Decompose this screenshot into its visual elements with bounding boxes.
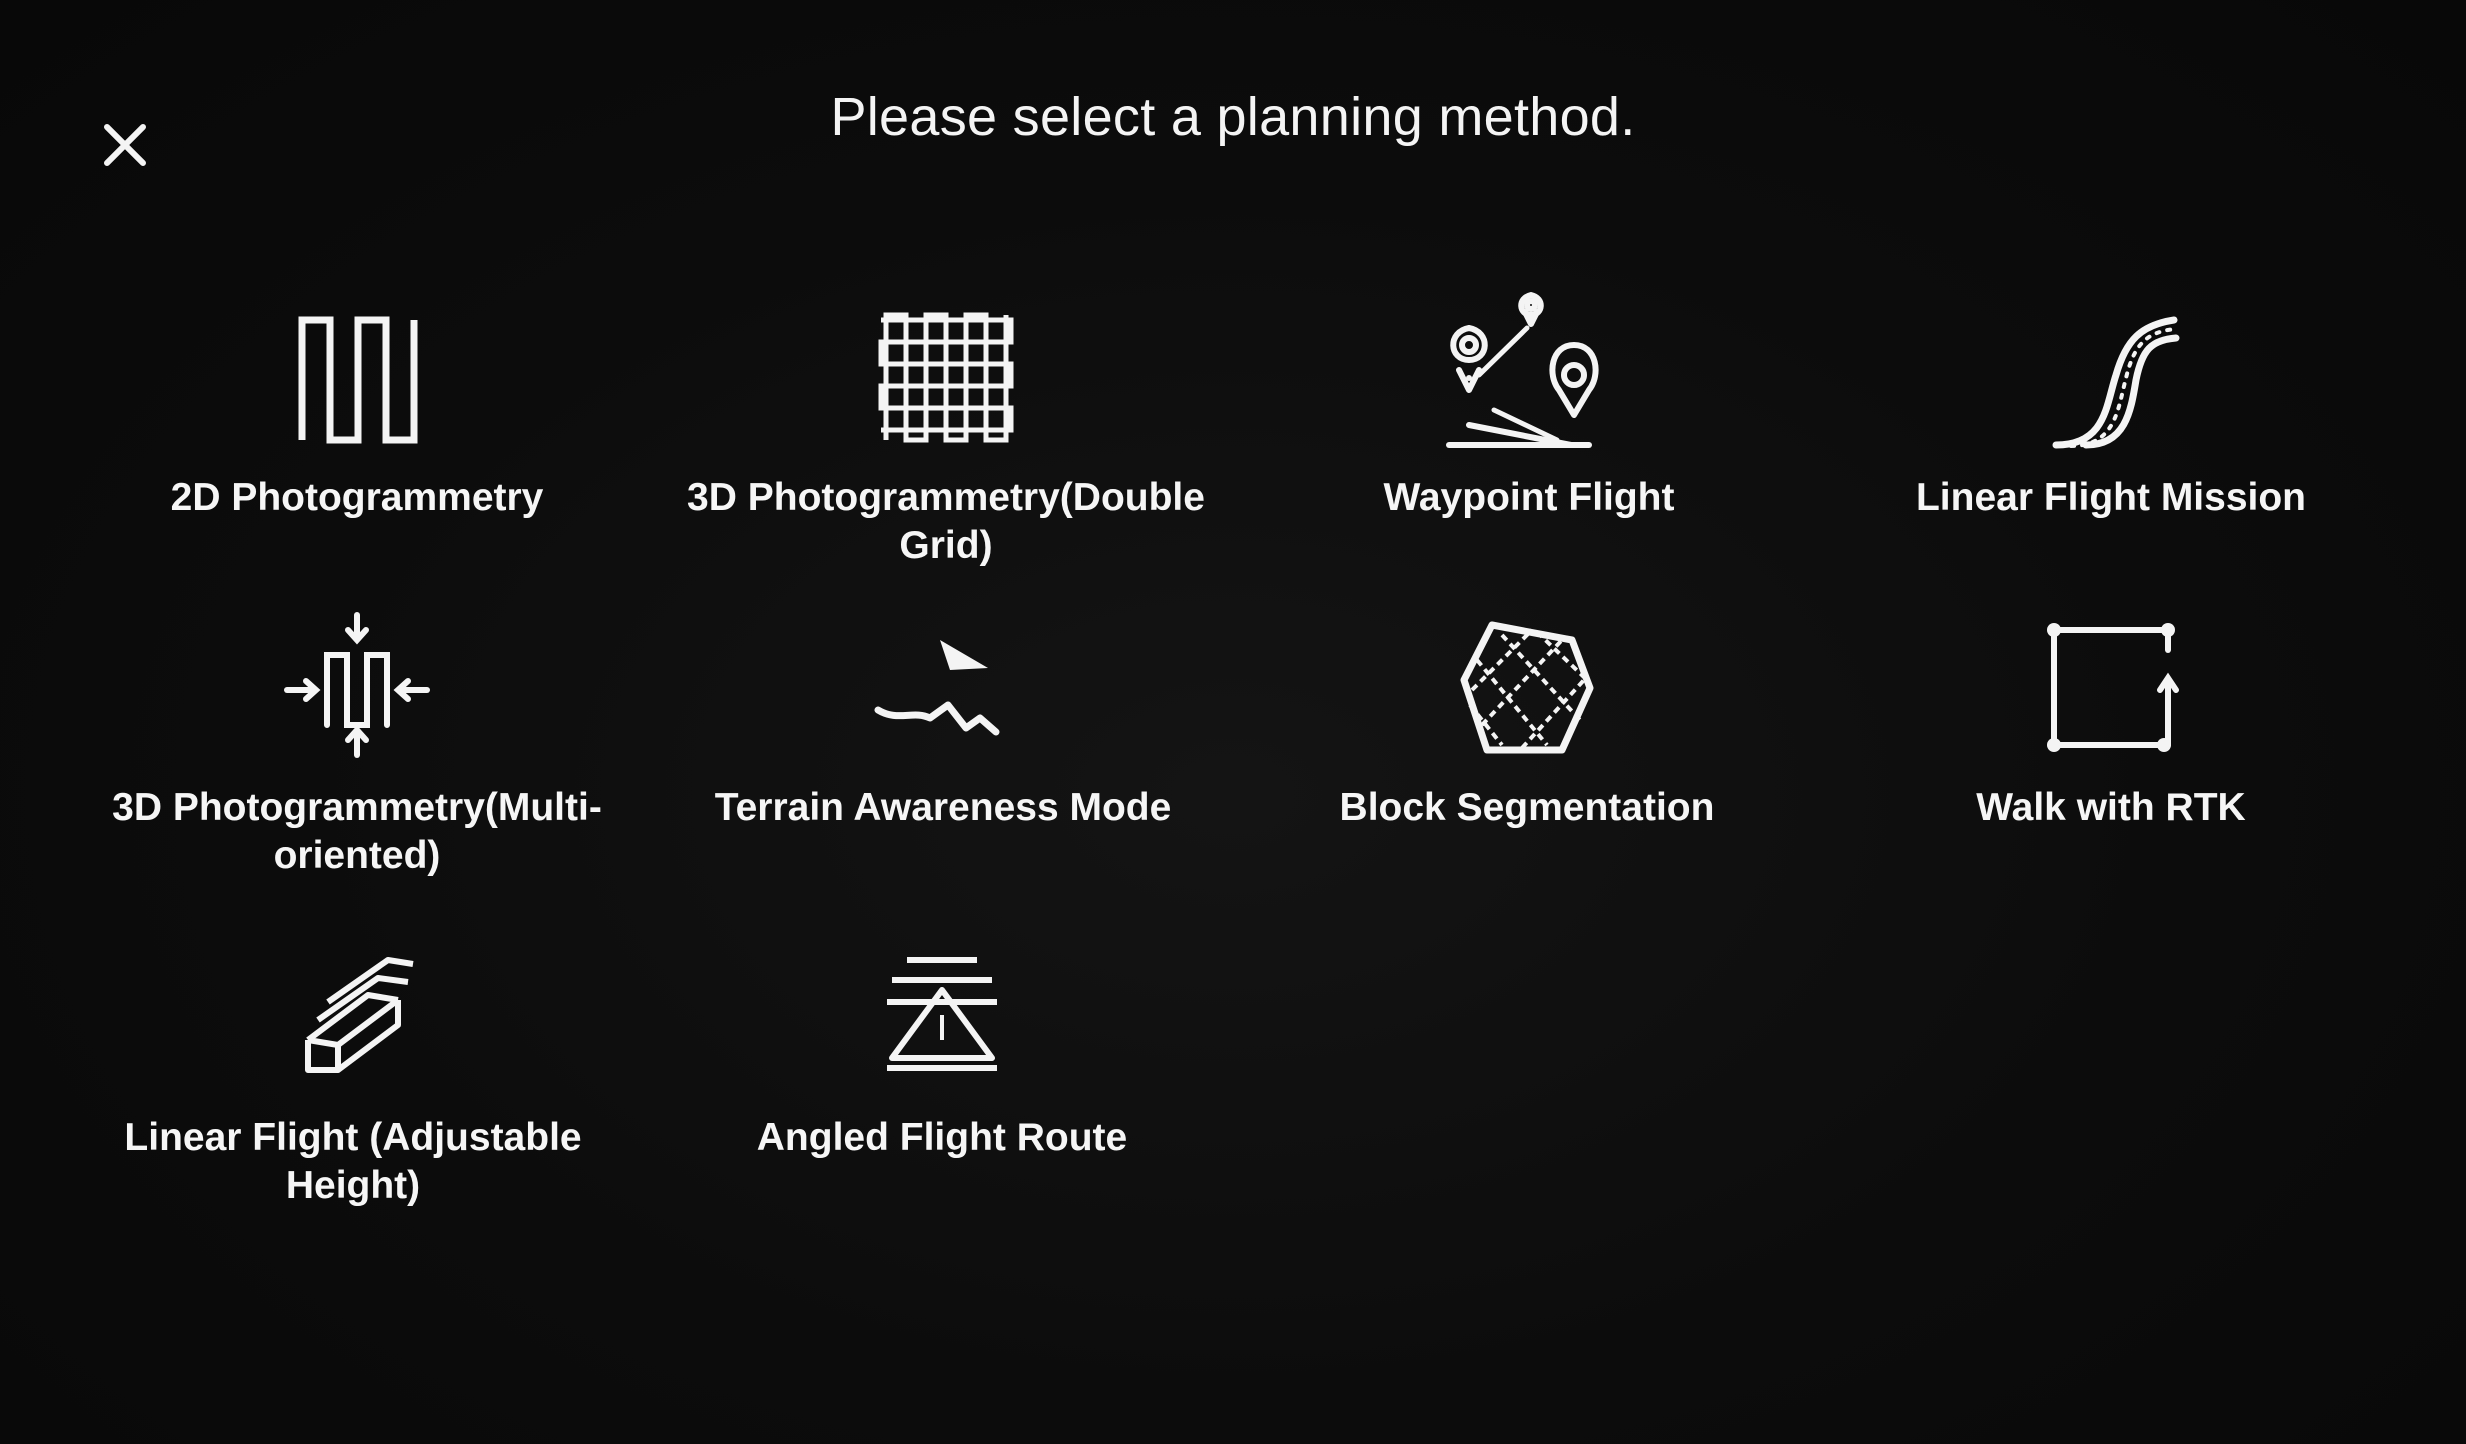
method-label: Block Segmentation (1339, 786, 1715, 829)
terrain-follow-icon (848, 600, 1038, 770)
curved-route-icon (2016, 290, 2206, 460)
angled-route-icon (847, 930, 1037, 1100)
method-block-segmentation[interactable]: Block Segmentation (1227, 600, 1827, 832)
method-label: 2D Photogrammetry (170, 476, 544, 519)
method-angled-flight-route[interactable]: Angled Flight Route (642, 930, 1242, 1162)
page-title: Please select a planning method. (830, 87, 1636, 147)
method-label: 3D Photogrammetry(Multi-oriented) (112, 786, 602, 877)
method-label: Angled Flight Route (756, 1116, 1128, 1159)
method-label: Walk with RTK (1976, 786, 2246, 829)
method-terrain-awareness[interactable]: Terrain Awareness Mode (643, 600, 1243, 832)
zigzag-route-icon (262, 290, 452, 460)
method-linear-flight-adjustable[interactable]: Linear Flight (Adjustable Height) (53, 930, 653, 1210)
method-waypoint-flight[interactable]: Waypoint Flight (1229, 290, 1829, 522)
method-label: Linear Flight Mission (1915, 476, 2307, 519)
double-grid-icon (851, 290, 1041, 460)
method-label: Linear Flight (Adjustable Height) (124, 1116, 582, 1207)
method-linear-flight-mission[interactable]: Linear Flight Mission (1811, 290, 2411, 522)
method-walk-with-rtk[interactable]: Walk with RTK (1811, 600, 2411, 832)
method-2d-photogrammetry[interactable]: 2D Photogrammetry (57, 290, 657, 522)
waypoint-pins-icon (1434, 290, 1624, 460)
method-3d-multi-oriented[interactable]: 3D Photogrammetry(Multi-oriented) (57, 600, 657, 880)
method-label: 3D Photogrammetry(Double Grid) (687, 476, 1205, 567)
multi-oriented-route-icon (262, 600, 452, 770)
method-label: Waypoint Flight (1383, 476, 1675, 519)
block-segment-icon (1432, 600, 1622, 770)
stacked-linear-icon (258, 930, 448, 1100)
method-3d-double-grid[interactable]: 3D Photogrammetry(Double Grid) (646, 290, 1246, 570)
rtk-walk-icon (2016, 600, 2206, 770)
method-label: Terrain Awareness Mode (714, 786, 1172, 829)
